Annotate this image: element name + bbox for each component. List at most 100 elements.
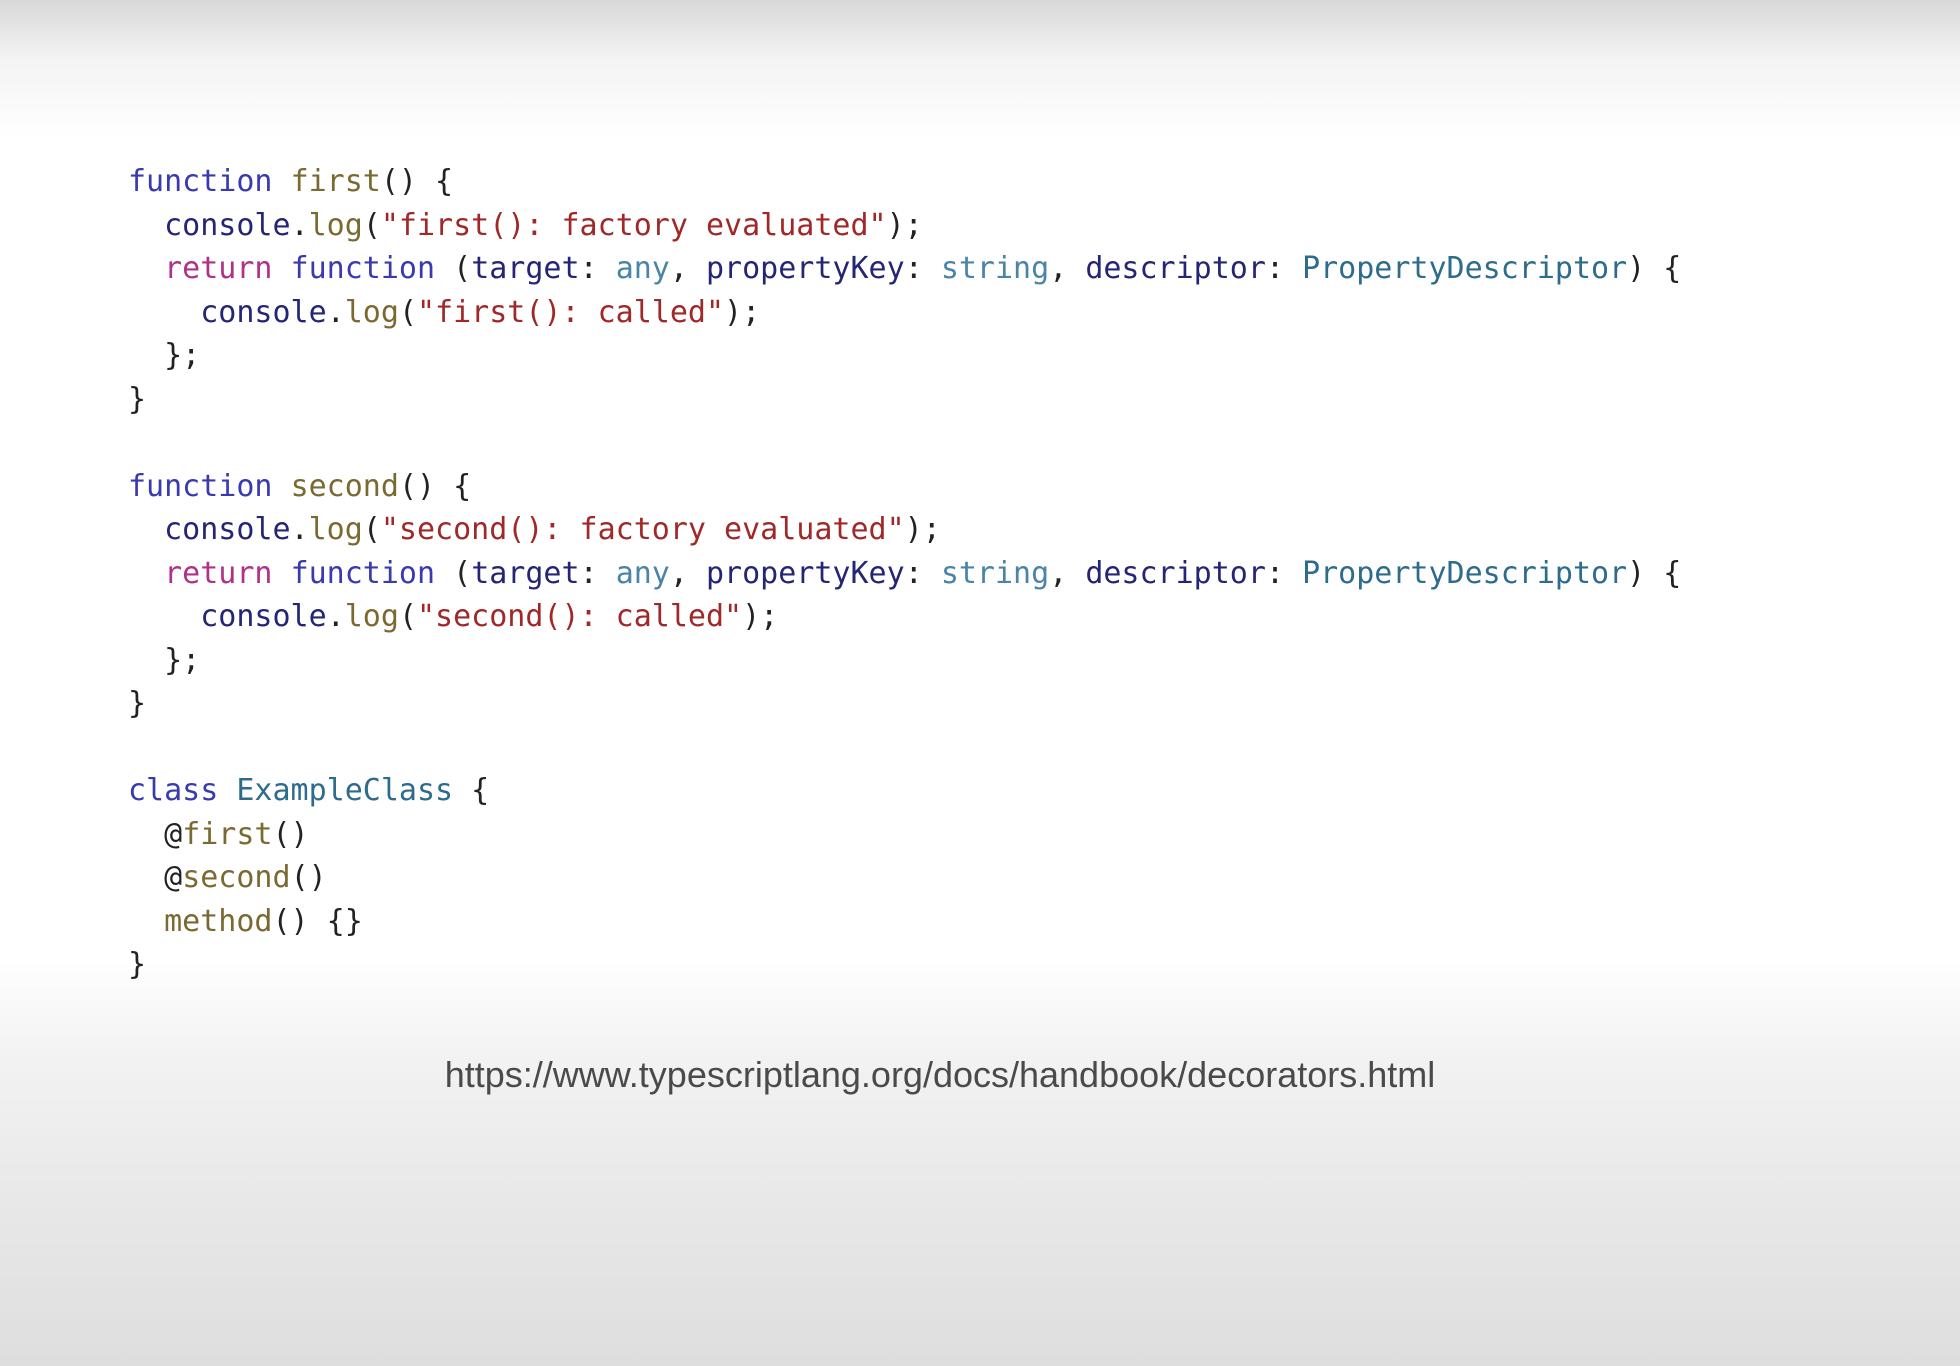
code-token: } — [128, 947, 147, 982]
code-token: any — [615, 251, 670, 286]
code-line: @first() — [128, 813, 1908, 857]
code-line: }; — [128, 639, 1908, 683]
code-line: function first() { — [128, 160, 1908, 204]
code-token: { — [453, 773, 490, 808]
code-line: console.log("second(): called"); — [128, 595, 1908, 639]
code-token: propertyKey — [706, 555, 905, 591]
code-token: }; — [128, 338, 201, 373]
code-token: console — [164, 512, 291, 547]
code-token: function — [128, 164, 273, 199]
code-token: : — [579, 555, 616, 591]
code-token: () — [290, 860, 327, 895]
code-token: method — [164, 903, 273, 939]
code-token: @ — [128, 816, 183, 852]
source-url: https://www.typescriptlang.org/docs/hand… — [444, 1054, 1436, 1095]
code-token: function — [290, 251, 436, 286]
code-token: ); — [742, 599, 779, 634]
code-line: } — [128, 682, 1908, 726]
code-token: log — [344, 599, 399, 634]
code-token: function — [290, 555, 436, 591]
code-token: () { — [380, 164, 454, 199]
code-token: "first(): called" — [417, 294, 725, 330]
code-line: } — [128, 943, 1908, 987]
code-token: first — [290, 164, 381, 199]
code-token: second — [290, 468, 399, 504]
code-line: function second() { — [128, 465, 1908, 509]
code-line: @second() — [128, 856, 1908, 900]
code-token: ( — [435, 555, 472, 591]
code-token: ( — [398, 599, 417, 634]
code-token: ); — [886, 207, 923, 243]
code-token: log — [308, 512, 363, 547]
code-token: console — [200, 599, 327, 634]
code-token: descriptor — [1085, 251, 1266, 286]
code-token: ( — [362, 207, 381, 243]
code-token: : — [579, 251, 616, 286]
code-token: target — [471, 251, 580, 286]
code-line: } — [128, 378, 1908, 422]
code-token: string — [940, 251, 1050, 286]
slide: function first() { console.log("first():… — [0, 0, 1960, 1366]
code-token: , — [669, 555, 706, 591]
code-token: target — [471, 555, 580, 591]
code-token: : — [1265, 251, 1303, 286]
code-token: }; — [128, 642, 201, 678]
code-token: ExampleClass — [236, 773, 454, 808]
code-token: string — [940, 555, 1050, 591]
code-token: , — [1049, 555, 1086, 591]
code-token: , — [1049, 251, 1086, 286]
code-token: "second(): factory evaluated" — [380, 512, 905, 547]
code-line: console.log("first(): factory evaluated"… — [128, 204, 1908, 248]
code-token: log — [344, 294, 399, 330]
code-token: . — [290, 512, 309, 547]
code-token: ) { — [1627, 555, 1682, 591]
code-token: console — [200, 294, 327, 330]
code-token: first — [182, 816, 273, 852]
code-line: class ExampleClass { — [128, 769, 1908, 813]
code-line: console.log("first(): called"); — [128, 291, 1908, 335]
code-token: any — [615, 555, 670, 591]
code-token: ); — [724, 294, 761, 330]
code-token: function — [128, 468, 273, 504]
code-token: ( — [398, 294, 417, 330]
code-token: console — [164, 207, 291, 243]
code-line: method() {} — [128, 900, 1908, 944]
code-token: log — [308, 207, 363, 243]
code-line: return function (target: any, propertyKe… — [128, 552, 1908, 596]
code-token: } — [128, 381, 147, 417]
code-block: function first() { console.log("first():… — [128, 160, 1908, 987]
code-token: () — [272, 816, 309, 852]
code-token: second — [182, 860, 291, 895]
code-token: . — [290, 207, 309, 243]
code-token: @ — [128, 860, 183, 895]
code-token: () {} — [272, 903, 363, 939]
code-token: , — [669, 251, 706, 286]
code-token: ( — [435, 251, 472, 286]
code-token: : — [904, 251, 941, 286]
code-token: } — [128, 686, 147, 721]
code-token: descriptor — [1085, 555, 1266, 591]
code-token: ) { — [1627, 251, 1682, 286]
code-token: return — [164, 555, 273, 591]
code-token: ( — [362, 512, 381, 547]
code-token: ); — [904, 512, 941, 547]
code-line: return function (target: any, propertyKe… — [128, 247, 1908, 291]
code-token: : — [1265, 555, 1303, 591]
code-token: "second(): called" — [417, 599, 743, 634]
code-token: "first(): factory evaluated" — [380, 207, 887, 243]
code-token: : — [904, 555, 941, 591]
code-token: return — [164, 251, 273, 286]
